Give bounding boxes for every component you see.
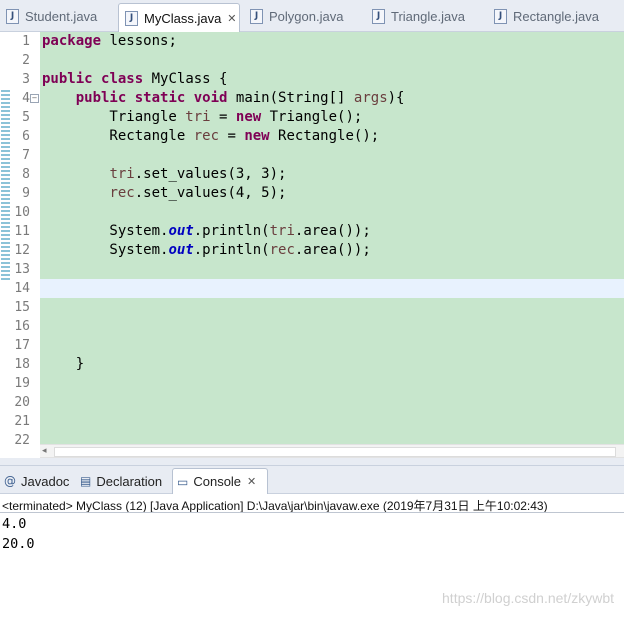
code-line-11: System.out.println(tri.area()); <box>42 223 371 239</box>
console-divider <box>0 512 624 513</box>
code-line-12: System.out.println(rec.area()); <box>42 242 371 258</box>
line-number: 1 <box>22 34 30 49</box>
line-number: 6 <box>22 129 30 144</box>
close-icon[interactable]: ✕ <box>247 475 256 488</box>
java-file-icon: J <box>250 8 263 24</box>
tab-rectangle-java[interactable]: J Rectangle.java <box>488 4 618 28</box>
tab-javadoc[interactable]: @ Javadoc <box>0 469 76 493</box>
change-markers <box>1 90 10 280</box>
output-line: 20.0 <box>2 536 35 552</box>
line-number: 10 <box>14 205 30 220</box>
code-editor[interactable]: 1 2 3 4 − 5 6 7 8 9 10 11 12 13 14 15 16… <box>0 32 624 444</box>
line-number: 16 <box>14 319 30 334</box>
line-number: 8 <box>22 167 30 182</box>
overview-ruler <box>0 32 11 444</box>
java-file-icon: J <box>494 8 507 24</box>
tab-label: Student.java <box>25 8 98 24</box>
code-line-3: public class MyClass { <box>42 71 228 87</box>
java-file-icon: J <box>125 10 138 26</box>
fold-collapse-icon[interactable]: − <box>30 94 39 103</box>
scrollbar-corner <box>0 444 40 458</box>
tab-label: Javadoc <box>21 473 70 489</box>
output-line: 4.0 <box>2 516 27 532</box>
javadoc-icon: @ <box>4 474 16 488</box>
tab-label: Declaration <box>96 473 163 489</box>
java-file-icon: J <box>372 8 385 24</box>
line-number: 2 <box>22 53 30 68</box>
tab-label: Rectangle.java <box>513 8 599 24</box>
tab-label: Polygon.java <box>269 8 344 24</box>
scroll-left-icon[interactable]: ◂ <box>42 445 47 457</box>
code-line-1: package lessons; <box>42 33 177 49</box>
line-number: 18 <box>14 357 30 372</box>
tab-label: Triangle.java <box>391 8 465 24</box>
line-number: 19 <box>14 376 30 391</box>
line-number: 20 <box>14 395 30 410</box>
declaration-icon: ▤ <box>80 474 92 488</box>
tab-myclass-java[interactable]: J MyClass.java ✕ <box>118 3 240 32</box>
view-tab-bar: @ Javadoc ▤ Declaration ▭ Console ✕ <box>0 466 624 494</box>
tab-label: Console <box>193 474 242 489</box>
tab-console[interactable]: ▭ Console ✕ <box>172 468 268 494</box>
code-line-18: } <box>42 356 85 372</box>
tab-label: MyClass.java <box>144 10 222 26</box>
line-number: 14 <box>14 281 30 296</box>
console-icon: ▭ <box>177 474 189 489</box>
line-number: 15 <box>14 300 30 315</box>
line-number: 3 <box>22 72 30 87</box>
scrollbar-thumb[interactable] <box>54 447 616 457</box>
panel-separator[interactable] <box>0 458 624 466</box>
line-number: 9 <box>22 186 30 201</box>
line-number: 17 <box>14 338 30 353</box>
code-line-5: Triangle tri = new Triangle(); <box>42 109 363 125</box>
code-line-9: rec.set_values(4, 5); <box>109 185 287 201</box>
tab-student-java[interactable]: J Student.java <box>0 4 116 28</box>
watermark: https://blog.csdn.net/zkywbt <box>442 590 614 606</box>
horizontal-scrollbar[interactable]: ◂ <box>40 444 624 458</box>
tab-polygon-java[interactable]: J Polygon.java <box>244 4 362 28</box>
code-line-4: public static void main(String[] args){ <box>75 90 405 106</box>
current-line-highlight <box>40 279 624 298</box>
code-line-8: tri.set_values(3, 3); <box>109 166 287 182</box>
line-number: 4 <box>22 91 30 106</box>
line-number: 13 <box>14 262 30 277</box>
line-number: 11 <box>14 224 30 239</box>
line-number: 12 <box>14 243 30 258</box>
editor-tab-bar: J Student.java J MyClass.java ✕ J Polygo… <box>0 0 624 32</box>
java-file-icon: J <box>6 8 19 24</box>
line-number: 22 <box>14 433 30 444</box>
close-icon[interactable]: ✕ <box>227 12 236 25</box>
console-output[interactable]: 4.0 20.0 <box>2 514 35 554</box>
line-number: 5 <box>22 110 30 125</box>
code-line-6: Rectangle rec = new Rectangle(); <box>42 128 380 144</box>
line-number: 7 <box>22 148 30 163</box>
line-number: 21 <box>14 414 30 429</box>
tab-declaration[interactable]: ▤ Declaration <box>76 469 172 493</box>
tab-triangle-java[interactable]: J Triangle.java <box>366 4 486 28</box>
